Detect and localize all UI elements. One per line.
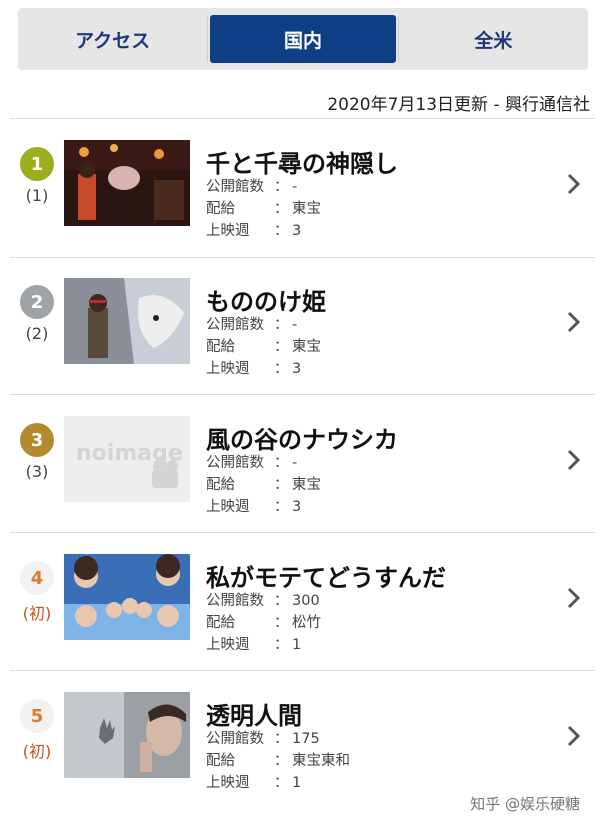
- movie-thumbnail[interactable]: [64, 278, 190, 364]
- chevron-right-icon[interactable]: [566, 586, 582, 610]
- distributor-label: 配給: [206, 615, 235, 631]
- distributor-label: 配給: [206, 339, 235, 355]
- theaters-label: 公開館数: [206, 731, 264, 747]
- tab-access[interactable]: アクセス: [18, 8, 207, 70]
- tab-access-label: アクセス: [75, 29, 151, 52]
- previous-rank: (初): [22, 742, 52, 761]
- previous-rank: (2): [25, 324, 49, 343]
- distributor-value: 東宝: [292, 339, 321, 355]
- previous-rank: (3): [25, 462, 49, 481]
- ranking-row-4[interactable]: 4 (初) 私がモテてどうすんだ 公開館数： 300 配給：松竹 上映週： 1: [0, 534, 600, 670]
- divider: [10, 118, 595, 119]
- theaters-value: -: [292, 179, 298, 195]
- weeks-label: 上映週: [206, 775, 250, 791]
- colon: ：: [274, 637, 289, 653]
- weeks-label: 上映週: [206, 499, 250, 515]
- chevron-right-icon[interactable]: [566, 724, 582, 748]
- divider: [10, 532, 595, 533]
- colon: ：: [274, 753, 289, 769]
- theaters-label: 公開館数: [206, 179, 264, 195]
- theaters-value: 175: [292, 731, 320, 747]
- movie-title[interactable]: 風の谷のナウシカ: [206, 420, 398, 455]
- colon: ：: [274, 477, 289, 493]
- chevron-right-icon[interactable]: [566, 310, 582, 334]
- tab-us[interactable]: 全米: [399, 8, 588, 70]
- ranking-row-3[interactable]: 3 (3) noimage 風の谷のナウシカ 公開館数： - 配給：東宝 上映週：…: [0, 396, 600, 532]
- ranking-row-5[interactable]: 5 (初) 透明人間 公開館数： 175 配給：東宝東和 上映週： 1: [0, 672, 600, 808]
- update-info: 2020年7月13日更新 - 興行通信社: [327, 95, 590, 115]
- movie-info: 公開館数： - 配給：東宝 上映週： 3: [206, 452, 321, 518]
- rank-badge: 5: [20, 699, 54, 733]
- divider: [10, 394, 595, 395]
- movie-info: 公開館数： - 配給：東宝 上映週： 3: [206, 314, 321, 380]
- region-tabs: アクセス 国内 全米: [18, 8, 588, 70]
- theaters-value: -: [292, 317, 298, 333]
- weeks-value: 1: [292, 637, 302, 653]
- previous-rank: (初): [22, 604, 52, 623]
- rank-badge: 1: [20, 147, 54, 181]
- distributor-label: 配給: [206, 753, 235, 769]
- rank-badge: 3: [20, 423, 54, 457]
- colon: ：: [274, 317, 289, 333]
- colon: ：: [274, 339, 289, 355]
- ranking-row-2[interactable]: 2 (2) もののけ姫 公開館数： - 配給：東宝 上映週： 3: [0, 258, 600, 394]
- distributor-label: 配給: [206, 477, 235, 493]
- weeks-value: 1: [292, 775, 302, 791]
- chevron-right-icon[interactable]: [566, 448, 582, 472]
- colon: ：: [274, 201, 289, 217]
- colon: ：: [274, 593, 289, 609]
- distributor-value: 松竹: [292, 615, 321, 631]
- weeks-label: 上映週: [206, 223, 250, 239]
- distributor-value: 東宝東和: [292, 753, 350, 769]
- movie-info: 公開館数： 175 配給：東宝東和 上映週： 1: [206, 728, 350, 794]
- weeks-value: 3: [292, 361, 302, 377]
- theaters-label: 公開館数: [206, 455, 264, 471]
- colon: ：: [274, 775, 289, 791]
- tab-domestic[interactable]: 国内: [208, 8, 397, 70]
- movie-thumbnail[interactable]: [64, 692, 190, 778]
- no-image-text: noimage: [76, 441, 183, 466]
- movie-title[interactable]: 透明人間: [206, 696, 302, 731]
- tab-us-label: 全米: [474, 29, 513, 52]
- movie-title[interactable]: 私がモテてどうすんだ: [206, 558, 446, 593]
- colon: ：: [274, 179, 289, 195]
- colon: ：: [274, 455, 289, 471]
- divider: [10, 670, 595, 671]
- chevron-right-icon[interactable]: [566, 172, 582, 196]
- movie-info: 公開館数： - 配給：東宝 上映週： 3: [206, 176, 321, 242]
- rank-badge: 4: [20, 561, 54, 595]
- theaters-value: -: [292, 455, 298, 471]
- colon: ：: [274, 361, 289, 377]
- movie-title[interactable]: もののけ姫: [206, 282, 326, 317]
- colon: ：: [274, 499, 289, 515]
- ranking-row-1[interactable]: 1 (1) 千と千尋の神隠し 公開館数： - 配給：東宝 上映週： 3: [0, 120, 600, 256]
- rank-badge: 2: [20, 285, 54, 319]
- weeks-label: 上映週: [206, 361, 250, 377]
- distributor-value: 東宝: [292, 477, 321, 493]
- no-image-placeholder[interactable]: noimage: [64, 416, 190, 502]
- colon: ：: [274, 731, 289, 747]
- distributor-label: 配給: [206, 201, 235, 217]
- weeks-label: 上映週: [206, 637, 250, 653]
- movie-title[interactable]: 千と千尋の神隠し: [206, 144, 398, 179]
- previous-rank: (1): [25, 186, 49, 205]
- weeks-value: 3: [292, 499, 302, 515]
- colon: ：: [274, 223, 289, 239]
- theaters-label: 公開館数: [206, 317, 264, 333]
- movie-info: 公開館数： 300 配給：松竹 上映週： 1: [206, 590, 321, 656]
- distributor-value: 東宝: [292, 201, 321, 217]
- tab-domestic-label: 国内: [283, 29, 322, 52]
- colon: ：: [274, 615, 289, 631]
- watermark: 知乎 @娱乐硬糖: [470, 795, 580, 813]
- weeks-value: 3: [292, 223, 302, 239]
- movie-thumbnail[interactable]: [64, 140, 190, 226]
- theaters-label: 公開館数: [206, 593, 264, 609]
- theaters-value: 300: [292, 593, 320, 609]
- movie-thumbnail[interactable]: [64, 554, 190, 640]
